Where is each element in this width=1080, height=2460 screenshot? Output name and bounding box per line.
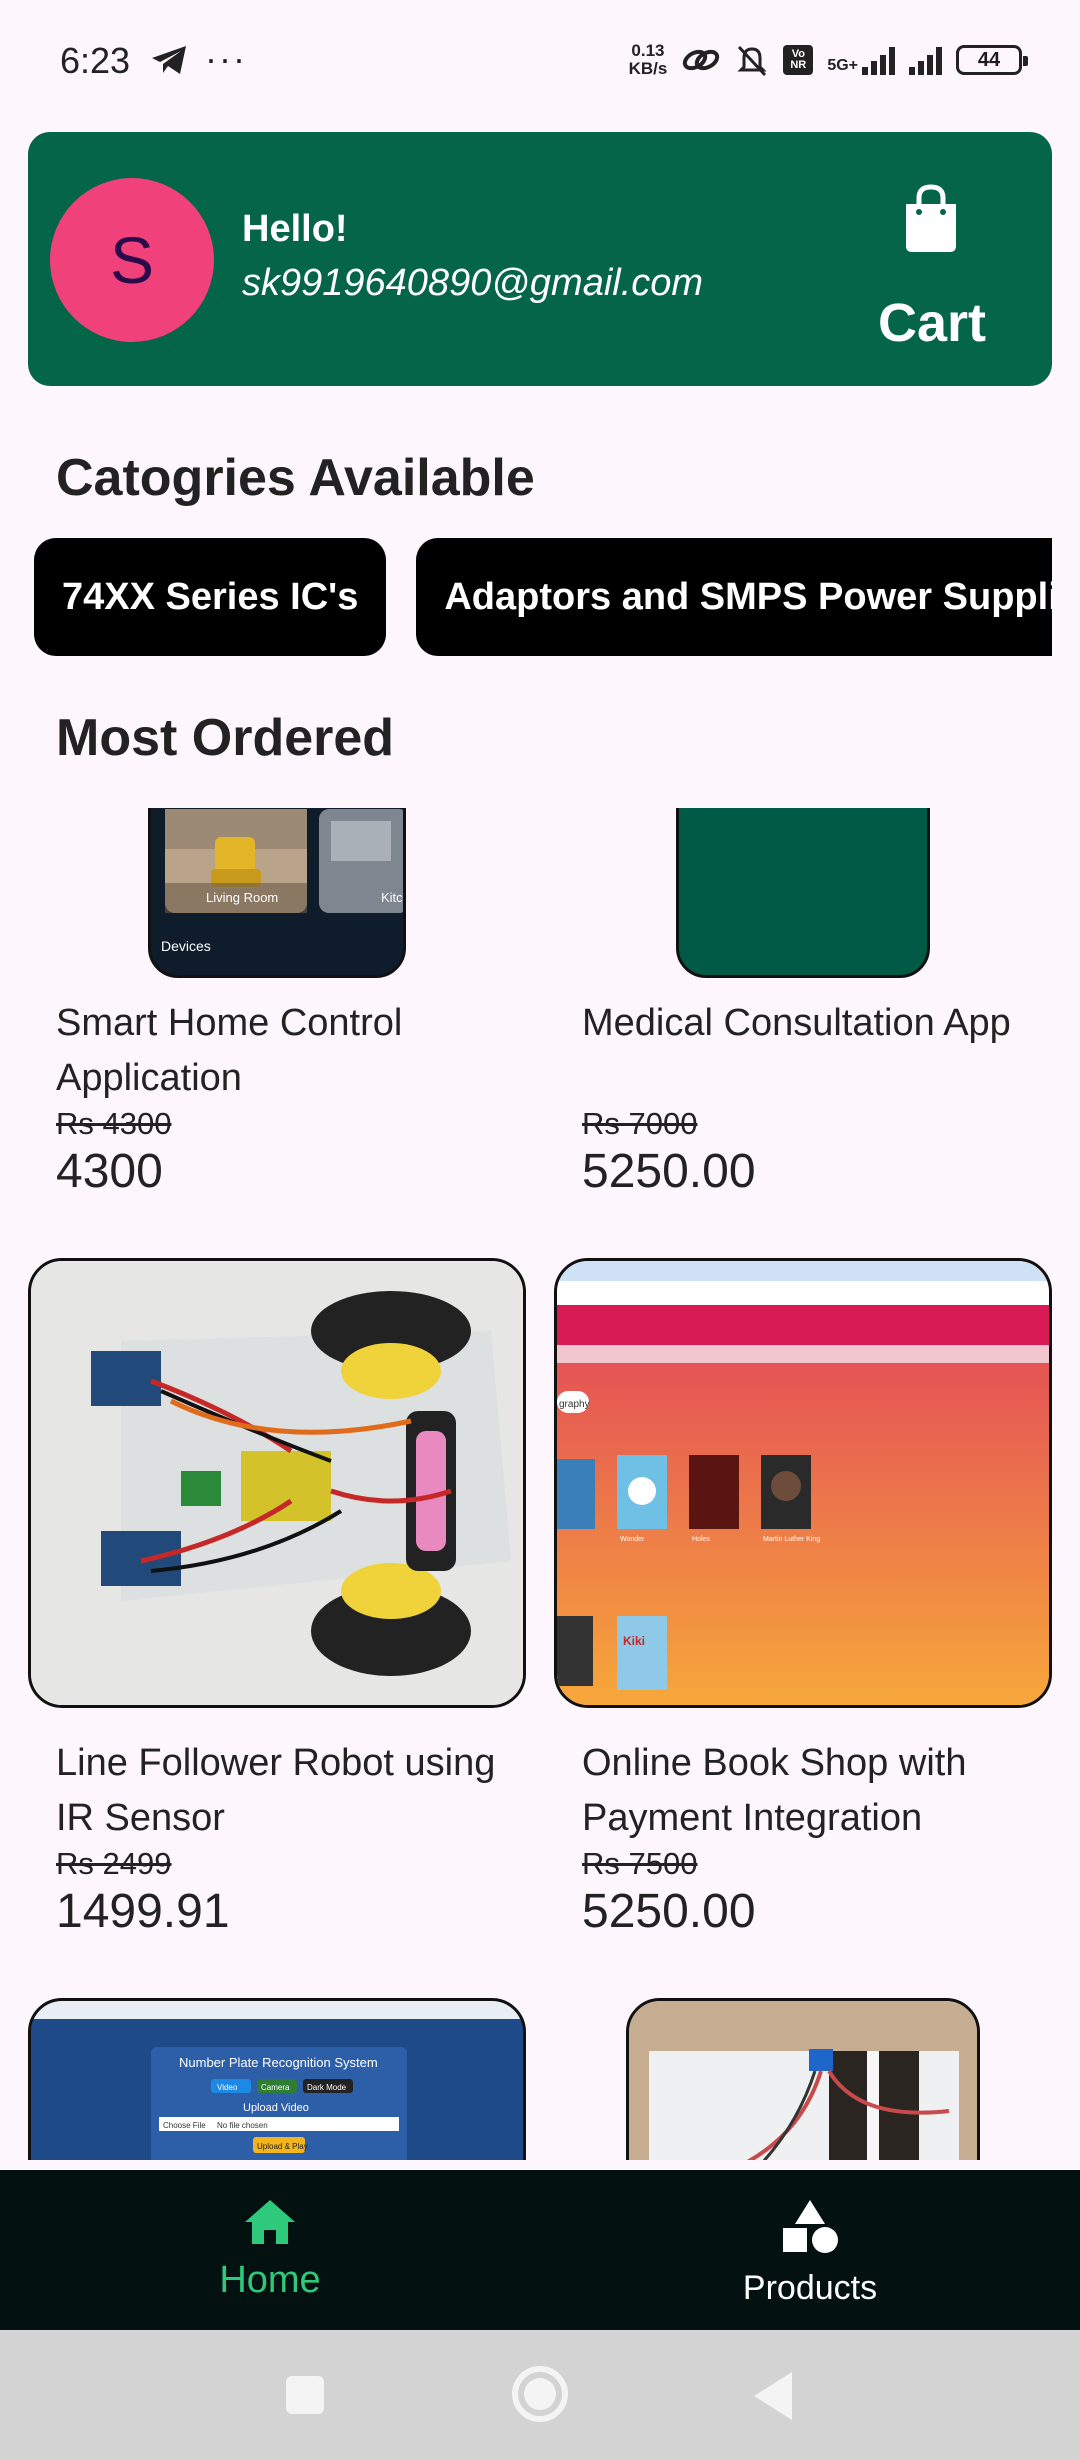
product-image[interactable] <box>676 808 930 978</box>
product-price: 5250.00 <box>582 1145 756 1198</box>
product-price: 4300 <box>56 1145 163 1198</box>
shopping-bag-icon[interactable] <box>902 184 960 254</box>
bookshop-screenshot: graphy Wonder Holes Martin Luther King K… <box>557 1261 1049 1705</box>
book-title: Martin Luther King <box>763 1536 820 1543</box>
category-chips: 74XX Series IC's Adaptors and SMPS Power … <box>34 538 1052 658</box>
signal-strength-icon <box>909 45 942 75</box>
robot-photo <box>31 1261 523 1705</box>
home-icon <box>245 2200 295 2244</box>
product-image[interactable] <box>626 1998 980 2160</box>
status-time: 6:23 <box>60 40 131 81</box>
nav-products-label: Products <box>742 2269 878 2307</box>
plate-choose-file: Choose File <box>163 2121 206 2130</box>
status-icons: 0.13 KB/s Vo NR 5G+ 44 <box>628 41 1028 78</box>
nav-home[interactable]: Home <box>120 2198 420 2302</box>
product-old-price: Rs 7000 <box>582 1106 698 1141</box>
product-name[interactable]: Line Follower Robot using IR Sensor <box>56 1736 536 1846</box>
circuit-photo <box>629 2001 977 2160</box>
network-speed: 0.13 KB/s <box>628 41 668 78</box>
more-notifications-icon: ··· <box>205 38 247 79</box>
categories-title: Catogries Available <box>56 449 535 507</box>
battery-indicator: 44 <box>956 45 1028 75</box>
book-title: Kiki <box>623 1634 645 1648</box>
plate-upload-label: Upload Video <box>243 2102 309 2114</box>
number-plate-screenshot: Number Plate Recognition System Video Ca… <box>31 2001 523 2160</box>
product-name[interactable]: Medical Consultation App <box>582 996 1062 1051</box>
plate-tab: Dark Mode <box>307 2083 347 2092</box>
product-old-price: Rs 4300 <box>56 1106 172 1141</box>
product-grid: Living Room Kitc Devices Smart Home Cont… <box>0 808 1080 2160</box>
cart-button[interactable]: Cart <box>878 292 986 354</box>
book-title: Wonder <box>620 1536 645 1543</box>
plate-no-file: No file chosen <box>217 2121 268 2130</box>
product-price: 5250.00 <box>582 1885 756 1938</box>
room-label: Kitc <box>381 890 403 905</box>
product-image[interactable]: Number Plate Recognition System Video Ca… <box>28 1998 526 2160</box>
volte-badge: Vo NR <box>783 45 814 75</box>
book-title: Holes <box>692 1536 710 1543</box>
recents-button[interactable] <box>286 2376 324 2414</box>
home-system-button[interactable] <box>512 2366 568 2422</box>
plate-tab: Camera <box>261 2083 290 2092</box>
back-button[interactable] <box>754 2372 792 2420</box>
product-image[interactable] <box>28 1258 526 1708</box>
telegram-icon <box>152 46 186 74</box>
bookshop-tag: graphy <box>559 1399 590 1410</box>
shapes-icon <box>783 2200 838 2253</box>
signal-5g: 5G+ <box>827 45 895 75</box>
room-label: Living Room <box>206 890 278 905</box>
avatar[interactable]: S <box>50 178 214 342</box>
nav-products[interactable]: Products <box>660 2198 960 2308</box>
product-price: 1499.91 <box>56 1885 230 1938</box>
status-bar: 6:23 ··· 0.13 KB/s Vo NR 5G+ 44 <box>0 0 1080 130</box>
plate-tab: Video <box>217 2083 238 2092</box>
hotspot-link-icon <box>683 49 720 71</box>
category-chip[interactable]: 74XX Series IC's <box>34 538 387 656</box>
bottom-navigation: Home Products <box>0 2170 1080 2330</box>
product-name[interactable]: Smart Home Control Application <box>56 996 536 1106</box>
product-old-price: Rs 2499 <box>56 1846 172 1881</box>
nav-home-label: Home <box>219 2259 321 2301</box>
greeting-text: Hello! <box>242 208 348 250</box>
devices-label: Devices <box>161 938 211 954</box>
mute-bell-icon <box>737 45 767 77</box>
system-navigation-bar <box>0 2330 1080 2460</box>
smart-home-screenshot: Living Room Kitc Devices <box>161 809 403 954</box>
product-old-price: Rs 7500 <box>582 1846 698 1881</box>
product-image[interactable]: Living Room Kitc Devices <box>148 808 406 978</box>
user-email: sk9919640890@gmail.com <box>242 262 704 304</box>
product-name[interactable]: Online Book Shop with Payment Integratio… <box>582 1736 1062 1846</box>
plate-upload-button: Upload & Play <box>257 2142 308 2151</box>
product-image[interactable]: graphy Wonder Holes Martin Luther King K… <box>554 1258 1052 1708</box>
most-ordered-title: Most Ordered <box>56 709 395 767</box>
category-chip[interactable]: Adaptors and SMPS Power Supplie <box>416 538 1052 656</box>
plate-title: Number Plate Recognition System <box>179 2055 378 2070</box>
user-header-card: S Hello! sk9919640890@gmail.com Cart <box>28 132 1052 386</box>
